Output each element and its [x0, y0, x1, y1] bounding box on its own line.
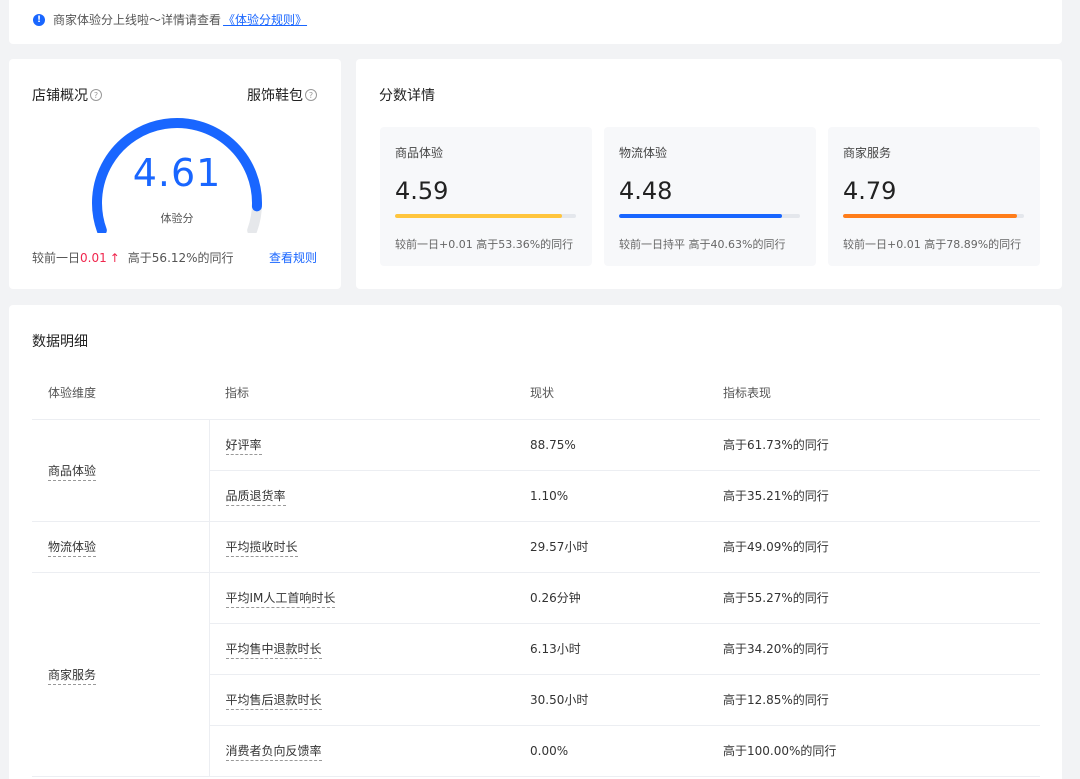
experience-rules-link[interactable]: 《体验分规则》 — [223, 11, 307, 28]
progress-fill — [395, 214, 562, 218]
info-icon: ! — [33, 13, 45, 26]
performance-cell: 高于61.73%的同行 — [723, 419, 1040, 471]
metric-cell[interactable]: 好评率 — [225, 438, 262, 455]
performance-cell: 高于34.20%的同行 — [723, 623, 1040, 675]
sub-card-name: 商家服务 — [843, 146, 892, 160]
category-label: 服饰鞋包 — [247, 88, 303, 104]
merchant-service-card: 商家服务 4.79 较前一日+0.01 高于78.89%的同行 — [828, 127, 1040, 266]
table-row: 物流体验 平均揽收时长 29.57小时 高于49.09%的同行 — [32, 521, 1040, 573]
data-detail-card: 数据明细 体验维度 指标 现状 指标表现 商品体验 好评率 88.75% 高于6… — [9, 305, 1062, 779]
dimension-cell[interactable]: 商品体验 — [48, 463, 97, 481]
rank-text: 高于56.12%的同行 — [127, 251, 234, 265]
progress-fill — [619, 214, 782, 218]
compare-prefix: 较前一日 — [32, 251, 81, 265]
progress-track — [843, 214, 1024, 218]
sub-card-name: 物流体验 — [619, 146, 668, 160]
sub-card-footer: 较前一日+0.01 高于78.89%的同行 — [843, 238, 1022, 251]
value-cell: 1.10% — [530, 470, 723, 522]
value-cell: 30.50小时 — [530, 674, 723, 726]
table-row: 商品体验 好评率 88.75% 高于61.73%的同行 — [32, 419, 1040, 522]
sub-card-footer: 较前一日+0.01 高于53.36%的同行 — [395, 238, 574, 251]
metric-cell[interactable]: 品质退货率 — [225, 489, 286, 506]
performance-cell: 高于12.85%的同行 — [723, 674, 1040, 726]
notice-text: 商家体验分上线啦～详情请查看 — [53, 13, 222, 27]
arrow-up-icon: ↑ — [109, 250, 120, 265]
score-detail-card: 分数详情 商品体验 4.59 较前一日+0.01 高于53.36%的同行 物流体… — [356, 59, 1062, 289]
header-dimension: 体验维度 — [32, 366, 209, 420]
question-icon[interactable]: ? — [305, 89, 317, 101]
value-cell: 88.75% — [530, 419, 723, 471]
performance-cell: 高于100.00%的同行 — [723, 725, 1040, 777]
overview-title: 店铺概况 — [32, 88, 88, 104]
header-value: 现状 — [530, 366, 723, 420]
overall-score: 4.61 — [132, 151, 222, 195]
metric-cell[interactable]: 平均售中退款时长 — [225, 642, 322, 659]
table-row: 商家服务 平均IM人工首响时长 0.26分钟 高于55.27%的同行 — [32, 572, 1040, 777]
score-label: 体验分 — [160, 212, 194, 225]
compare-delta: 0.01 — [80, 250, 107, 265]
performance-cell: 高于49.09%的同行 — [723, 521, 1040, 573]
product-experience-card: 商品体验 4.59 较前一日+0.01 高于53.36%的同行 — [380, 127, 592, 266]
metric-cell[interactable]: 消费者负向反馈率 — [225, 744, 322, 761]
view-rules-link[interactable]: 查看规则 — [269, 249, 317, 266]
performance-cell: 高于35.21%的同行 — [723, 470, 1040, 522]
sub-card-score: 4.79 — [843, 177, 897, 205]
progress-track — [619, 214, 800, 218]
value-cell: 0.26分钟 — [530, 572, 723, 624]
detail-title: 分数详情 — [379, 88, 435, 104]
store-overview-card: 店铺概况 ? 服饰鞋包 ? 4.61 体验分 较前一日 0.01 ↑ 高于56.… — [9, 59, 341, 289]
notice-bar: ! 商家体验分上线啦～详情请查看 《体验分规则》 — [9, 0, 1062, 44]
sub-card-score: 4.48 — [619, 177, 673, 205]
data-title: 数据明细 — [32, 334, 88, 350]
data-table: 体验维度 指标 现状 指标表现 商品体验 好评率 88.75% 高于61.73%… — [32, 366, 1040, 777]
logistics-experience-card: 物流体验 4.48 较前一日持平 高于40.63%的同行 — [604, 127, 816, 266]
progress-fill — [843, 214, 1017, 218]
table-header-row: 体验维度 指标 现状 指标表现 — [32, 366, 1040, 420]
value-cell: 0.00% — [530, 725, 723, 777]
sub-card-score: 4.59 — [395, 177, 449, 205]
dimension-cell[interactable]: 商家服务 — [48, 667, 97, 685]
header-performance: 指标表现 — [723, 366, 1040, 420]
value-cell: 6.13小时 — [530, 623, 723, 675]
performance-cell: 高于55.27%的同行 — [723, 572, 1040, 624]
dimension-cell[interactable]: 物流体验 — [48, 540, 97, 557]
value-cell: 29.57小时 — [530, 521, 723, 573]
metric-cell[interactable]: 平均IM人工首响时长 — [225, 591, 336, 608]
header-metric: 指标 — [209, 366, 530, 420]
metric-cell[interactable]: 平均揽收时长 — [225, 540, 298, 557]
sub-card-name: 商品体验 — [395, 146, 444, 160]
metric-cell[interactable]: 平均售后退款时长 — [225, 693, 322, 710]
sub-card-footer: 较前一日持平 高于40.63%的同行 — [619, 238, 786, 251]
progress-track — [395, 214, 576, 218]
question-icon[interactable]: ? — [90, 89, 102, 101]
